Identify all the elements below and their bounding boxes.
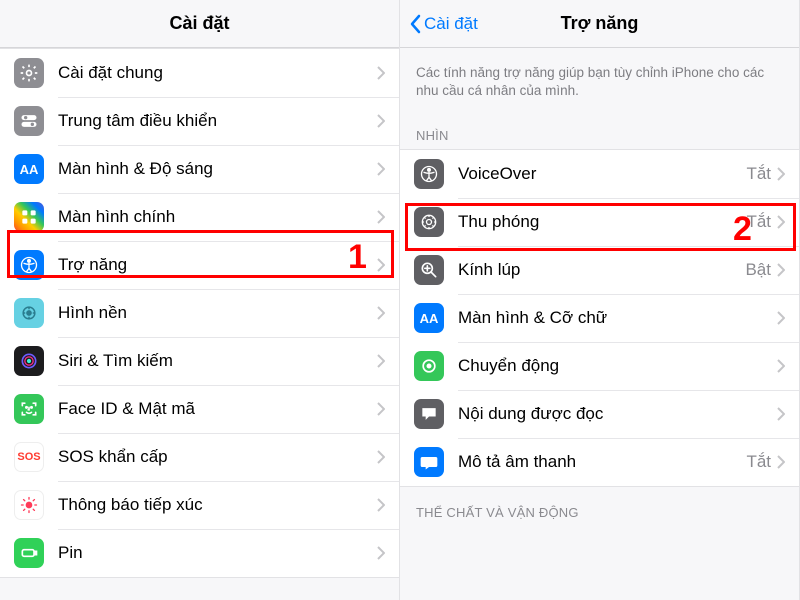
chevron-right-icon: [777, 455, 785, 469]
settings-pane: Cài đặt Cài đặt chung Trung tâm điều khi…: [0, 0, 400, 600]
row-label: Pin: [58, 543, 377, 563]
row-status: Tắt: [746, 212, 771, 232]
magnifier-icon: [414, 255, 444, 285]
row-audio-description[interactable]: Mô tả âm thanh Tắt: [400, 438, 799, 486]
chevron-right-icon: [377, 162, 385, 176]
row-display[interactable]: AA Màn hình & Độ sáng: [0, 145, 399, 193]
row-motion[interactable]: Chuyển động: [400, 342, 799, 390]
audio-description-icon: [414, 447, 444, 477]
row-exposure[interactable]: Thông báo tiếp xúc: [0, 481, 399, 529]
row-home-screen[interactable]: Màn hình chính: [0, 193, 399, 241]
row-status: Tắt: [746, 452, 771, 472]
chevron-right-icon: [377, 402, 385, 416]
row-label: VoiceOver: [458, 164, 746, 184]
row-label: Màn hình & Độ sáng: [58, 159, 377, 179]
row-label: Trung tâm điều khiển: [58, 111, 377, 131]
chevron-right-icon: [777, 407, 785, 421]
row-display-text[interactable]: AA Màn hình & Cỡ chữ: [400, 294, 799, 342]
row-zoom[interactable]: Thu phóng Tắt: [400, 198, 799, 246]
chevron-right-icon: [777, 167, 785, 181]
chevron-right-icon: [377, 354, 385, 368]
chevron-right-icon: [377, 66, 385, 80]
text-size-icon: AA: [414, 303, 444, 333]
wallpaper-icon: [14, 298, 44, 328]
motion-icon: [414, 351, 444, 381]
back-label: Cài đặt: [424, 14, 478, 34]
row-voiceover[interactable]: VoiceOver Tắt: [400, 150, 799, 198]
chevron-right-icon: [377, 450, 385, 464]
page-title: Trợ năng: [561, 13, 639, 34]
row-label: Siri & Tìm kiếm: [58, 351, 377, 371]
row-label: Màn hình chính: [58, 207, 377, 227]
chevron-right-icon: [777, 263, 785, 277]
chevron-right-icon: [777, 215, 785, 229]
section-header-physical: THỂ CHẤT VÀ VẬN ĐỘNG: [400, 487, 799, 526]
sos-icon: SOS: [14, 442, 44, 472]
text-size-icon: AA: [14, 154, 44, 184]
gear-icon: [14, 58, 44, 88]
row-label: Hình nền: [58, 303, 377, 323]
chevron-right-icon: [377, 258, 385, 272]
back-button[interactable]: Cài đặt: [408, 0, 478, 47]
row-label: Màn hình & Cỡ chữ: [458, 308, 777, 328]
row-battery[interactable]: Pin: [0, 529, 399, 577]
row-general[interactable]: Cài đặt chung: [0, 49, 399, 97]
row-label: Kính lúp: [458, 260, 745, 280]
row-magnifier[interactable]: Kính lúp Bật: [400, 246, 799, 294]
row-label: Face ID & Mật mã: [58, 399, 377, 419]
row-label: Thu phóng: [458, 212, 746, 232]
settings-list: Cài đặt chung Trung tâm điều khiển AA Mà…: [0, 48, 399, 578]
accessibility-pane: Cài đặt Trợ năng Các tính năng trợ năng …: [400, 0, 800, 600]
chevron-right-icon: [377, 306, 385, 320]
chevron-right-icon: [377, 546, 385, 560]
zoom-icon: [414, 207, 444, 237]
accessibility-list-container[interactable]: Các tính năng trợ năng giúp bạn tùy chỉn…: [400, 48, 799, 600]
section-description: Các tính năng trợ năng giúp bạn tùy chỉn…: [400, 48, 799, 110]
row-label: Nội dung được đọc: [458, 404, 777, 424]
row-label: Thông báo tiếp xúc: [58, 495, 377, 515]
row-label: Mô tả âm thanh: [458, 452, 746, 472]
section-header-vision: NHÌN: [400, 110, 799, 149]
row-control-center[interactable]: Trung tâm điều khiển: [0, 97, 399, 145]
chevron-right-icon: [777, 311, 785, 325]
row-spoken-content[interactable]: Nội dung được đọc: [400, 390, 799, 438]
row-sos[interactable]: SOS SOS khẩn cấp: [0, 433, 399, 481]
row-status: Bật: [745, 260, 771, 280]
chevron-right-icon: [377, 114, 385, 128]
toggles-icon: [14, 106, 44, 136]
chevron-right-icon: [777, 359, 785, 373]
row-siri[interactable]: Siri & Tìm kiếm: [0, 337, 399, 385]
row-label: Trợ năng: [58, 255, 377, 275]
voiceover-icon: [414, 159, 444, 189]
siri-icon: [14, 346, 44, 376]
faceid-icon: [14, 394, 44, 424]
chevron-right-icon: [377, 498, 385, 512]
vision-list: VoiceOver Tắt Thu phóng Tắt Kính lúp Bật: [400, 149, 799, 487]
row-label: Cài đặt chung: [58, 63, 377, 83]
speech-bubble-icon: [414, 399, 444, 429]
row-faceid[interactable]: Face ID & Mật mã: [0, 385, 399, 433]
page-title: Cài đặt: [169, 13, 229, 34]
row-label: Chuyển động: [458, 356, 777, 376]
accessibility-icon: [14, 250, 44, 280]
navbar-right: Cài đặt Trợ năng: [400, 0, 799, 48]
exposure-icon: [14, 490, 44, 520]
row-wallpaper[interactable]: Hình nền: [0, 289, 399, 337]
chevron-right-icon: [377, 210, 385, 224]
row-label: SOS khẩn cấp: [58, 447, 377, 467]
row-accessibility[interactable]: Trợ năng: [0, 241, 399, 289]
home-screen-icon: [14, 202, 44, 232]
row-status: Tắt: [746, 164, 771, 184]
navbar-left: Cài đặt: [0, 0, 399, 48]
battery-icon: [14, 538, 44, 568]
settings-list-container[interactable]: Cài đặt chung Trung tâm điều khiển AA Mà…: [0, 48, 399, 600]
